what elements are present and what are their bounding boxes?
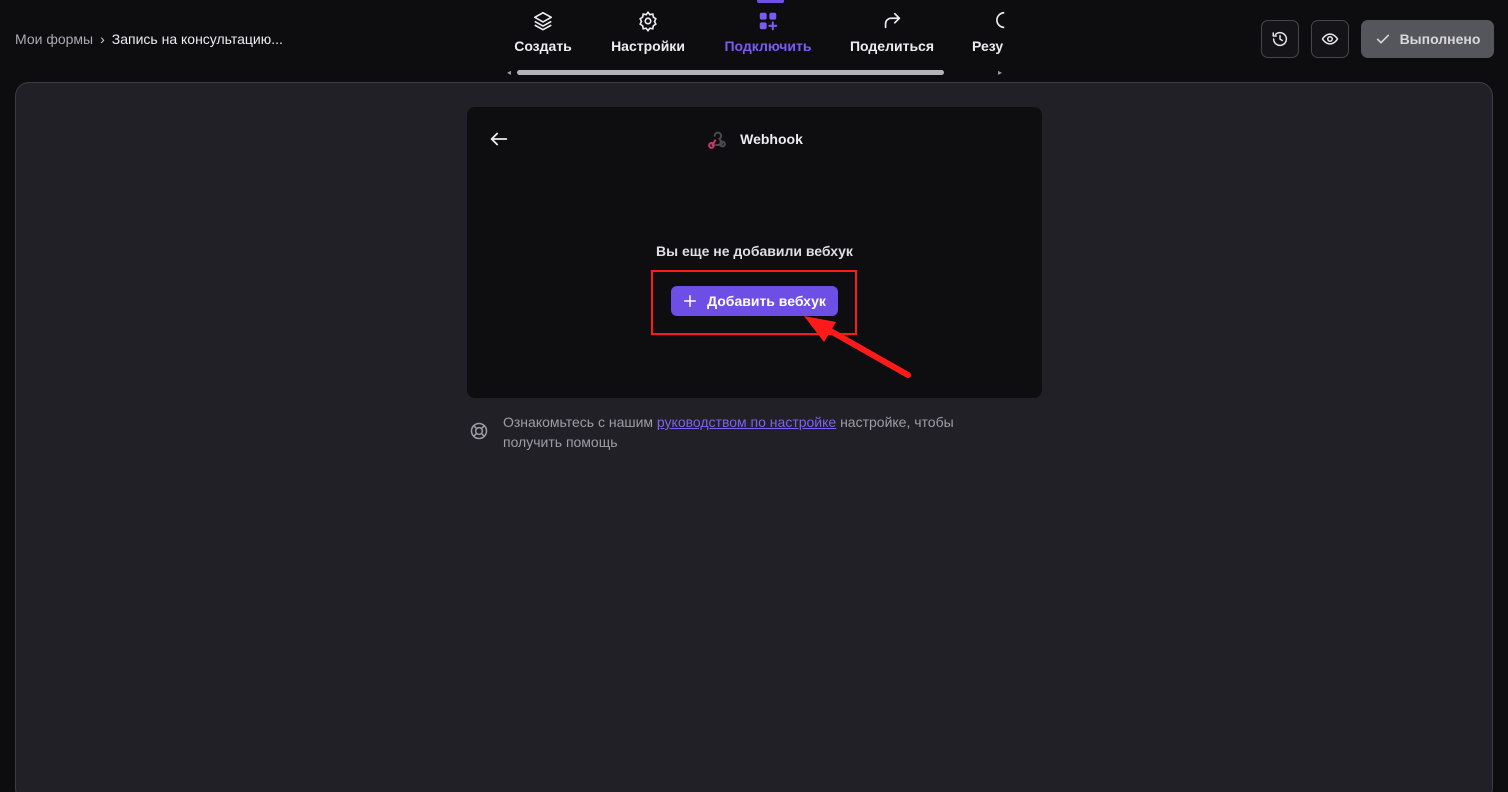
tab-connect-label: Подключить — [724, 38, 812, 54]
scroll-right-arrow-icon[interactable]: ▸ — [998, 68, 1002, 78]
add-webhook-label: Добавить вебхук — [707, 293, 826, 309]
add-webhook-button[interactable]: Добавить вебхук — [671, 286, 838, 316]
webhook-icon — [708, 131, 727, 149]
lifebuoy-icon — [470, 422, 488, 440]
layers-icon — [533, 11, 553, 31]
help-text-prefix: Ознакомьтесь с нашим — [503, 414, 657, 430]
help-text: Ознакомьтесь с нашим руководством по нас… — [503, 412, 1009, 452]
breadcrumb-separator: › — [100, 31, 105, 47]
breadcrumb: Мои формы › Запись на консультацию... — [15, 31, 283, 47]
tabs-scrollbar-thumb[interactable] — [517, 70, 944, 75]
done-button-label: Выполнено — [1399, 31, 1481, 47]
empty-state-text: Вы еще не добавили вебхук — [656, 243, 853, 259]
tab-settings-label: Настройки — [611, 38, 685, 54]
tab-share[interactable]: Поделиться — [849, 10, 935, 64]
tab-results[interactable]: Резу — [972, 10, 1005, 64]
webhook-panel: Webhook Вы еще не добавили вебхук Добави… — [467, 107, 1042, 398]
share-arrow-icon — [884, 12, 901, 29]
active-tab-indicator — [757, 0, 784, 3]
top-bar: Мои формы › Запись на консультацию... Со… — [0, 0, 1508, 82]
help-note: Ознакомьтесь с нашим руководством по нас… — [469, 412, 1009, 452]
plus-icon — [684, 294, 697, 308]
webhook-header: Webhook — [467, 127, 1042, 151]
setup-guide-link[interactable]: руководством по настройке — [657, 414, 836, 430]
gear-icon — [639, 10, 657, 32]
preview-button[interactable] — [1311, 20, 1349, 58]
apps-add-icon — [759, 12, 778, 31]
scroll-left-arrow-icon[interactable]: ◂ — [507, 68, 511, 78]
results-icon — [996, 11, 1005, 29]
webhook-title: Webhook — [740, 131, 803, 147]
history-icon — [1272, 31, 1288, 47]
tab-create[interactable]: Создать — [513, 10, 573, 64]
tab-results-label: Резу — [972, 38, 1004, 54]
tab-settings[interactable]: Настройки — [609, 10, 687, 64]
eye-icon — [1321, 33, 1339, 45]
breadcrumb-current-form: Запись на консультацию... — [111, 31, 283, 47]
tab-bar: Создать Настройки Подключить Поделиться — [505, 0, 1005, 80]
tab-create-label: Создать — [514, 38, 572, 54]
tab-connect[interactable]: Подключить — [723, 10, 813, 64]
tab-share-label: Поделиться — [849, 38, 935, 54]
checkmark-icon — [1376, 34, 1389, 44]
done-button[interactable]: Выполнено — [1361, 20, 1494, 58]
history-button[interactable] — [1261, 20, 1299, 58]
tabs-scrollbar[interactable]: ◂ ▸ — [505, 68, 1005, 78]
breadcrumb-my-forms[interactable]: Мои формы — [15, 31, 93, 47]
